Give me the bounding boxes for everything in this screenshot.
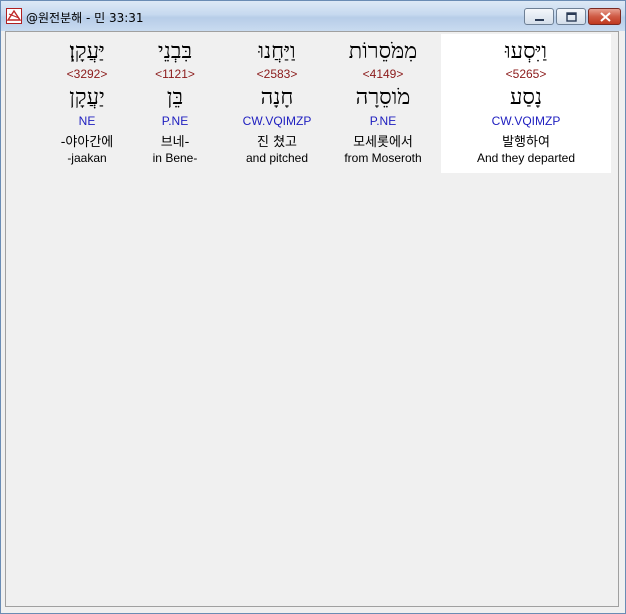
- strong-number: <1121>: [155, 67, 195, 81]
- hebrew-lemma: יַעֲקָן: [69, 85, 105, 110]
- korean-gloss: 발행하여: [502, 135, 550, 150]
- hebrew-word: מִמֹּסֵרוֹת: [348, 39, 418, 64]
- word-column-selected[interactable]: וַיִּסְעוּ <5265> נָסַע CW.VQIMZP 발행하여 A…: [441, 34, 611, 173]
- hebrew-lemma: מֹוסֵרָה: [355, 85, 411, 110]
- english-gloss: and pitched: [245, 151, 309, 165]
- maximize-icon: [566, 12, 577, 22]
- english-gloss: from Moseroth: [344, 151, 422, 165]
- korean-gloss: 진 쳤고: [256, 135, 297, 150]
- maximize-button[interactable]: [556, 8, 586, 25]
- english-gloss: in Bene-: [152, 151, 198, 165]
- strong-number: <5265>: [505, 67, 547, 81]
- title-bar[interactable]: @원전분해 - 민 33:31: [1, 1, 625, 31]
- english-gloss: -jaakan: [67, 151, 107, 165]
- grammar-code: P.NE: [369, 114, 397, 128]
- strong-number: <4149>: [362, 67, 404, 81]
- hebrew-lemma: בֵּן: [166, 85, 184, 110]
- window-title: @원전분해 - 민 33:31: [26, 11, 144, 25]
- hebrew-word: וַיַּחֲנוּ: [258, 39, 296, 64]
- grammar-code: NE: [78, 114, 96, 128]
- word-column[interactable]: יַּעֲקָֽן׃ <3292> יַעֲקָן NE -야아간에 -jaak…: [43, 34, 131, 173]
- app-icon: [6, 8, 22, 24]
- strong-number: <3292>: [66, 67, 108, 81]
- hebrew-word: בִּבְנֵי: [157, 39, 193, 64]
- grammar-code: CW.VQIMZP: [242, 114, 312, 128]
- hebrew-word: יַּעֲקָֽן׃: [69, 39, 105, 64]
- analysis-panel: יַּעֲקָֽן׃ <3292> יַעֲקָן NE -야아간에 -jaak…: [5, 31, 619, 607]
- hebrew-lemma: חָנָה: [260, 85, 294, 110]
- word-column[interactable]: בִּבְנֵי <1121> בֵּן P.NE 브네- in Bene-: [131, 34, 219, 173]
- hebrew-lemma: נָסַע: [509, 85, 543, 110]
- word-column[interactable]: מִמֹּסֵרוֹת <4149> מֹוסֵרָה P.NE 모세롯에서 f…: [329, 34, 437, 173]
- word-column[interactable]: וַיַּחֲנוּ <2583> חָנָה CW.VQIMZP 진 쳤고 a…: [229, 34, 325, 173]
- close-icon: [600, 12, 611, 22]
- grammar-code: CW.VQIMZP: [491, 114, 561, 128]
- app-window: @원전분해 - 민 33:31 יַּעֲקָֽן׃ <3292> יַעֲקָ…: [0, 0, 626, 614]
- korean-gloss: 브네-: [160, 135, 190, 150]
- korean-gloss: 모세롯에서: [353, 135, 413, 150]
- minimize-icon: [535, 19, 544, 21]
- close-button[interactable]: [588, 8, 621, 25]
- english-gloss: And they departed: [476, 151, 576, 165]
- minimize-button[interactable]: [524, 8, 554, 25]
- korean-gloss: -야아간에: [60, 135, 114, 150]
- hebrew-word: וַיִּסְעוּ: [505, 39, 547, 64]
- grammar-code: P.NE: [161, 114, 189, 128]
- strong-number: <2583>: [256, 67, 298, 81]
